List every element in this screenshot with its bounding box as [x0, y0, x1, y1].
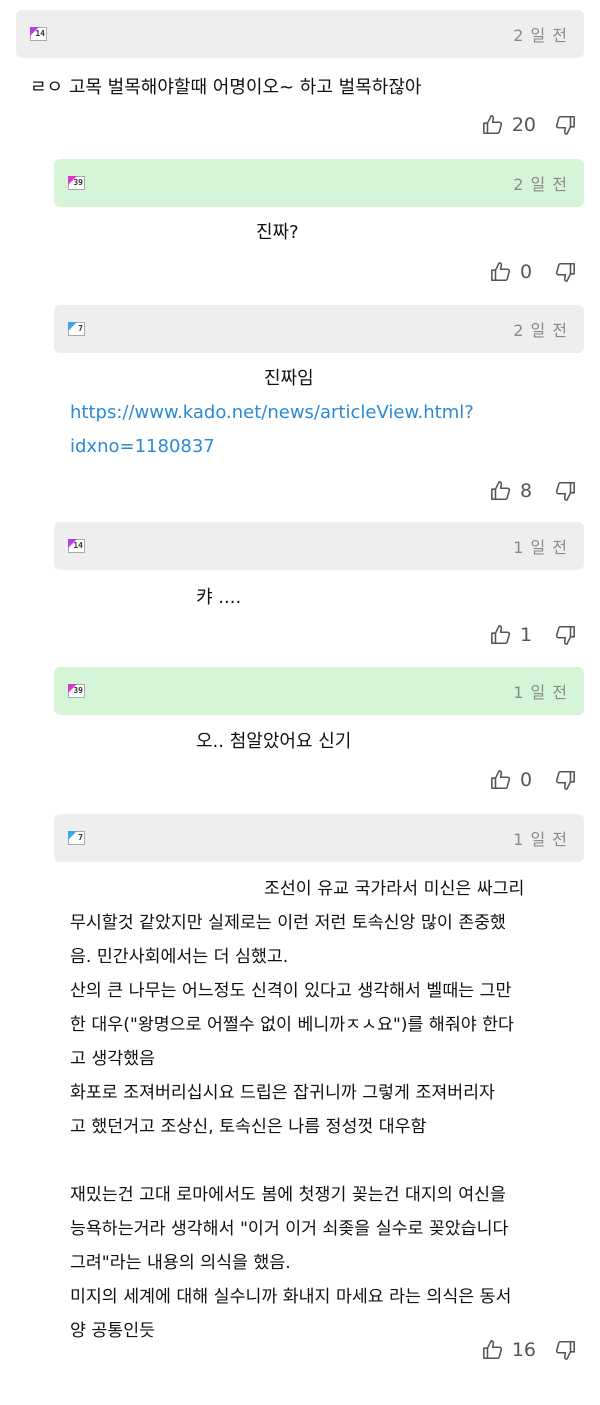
comment-line: 캬 .... [196, 587, 242, 608]
comment-body: 진짜? [256, 216, 299, 250]
comment-line: 오.. 첨알았어요 신기 [196, 731, 352, 752]
comment-line: 무시할것 같았지만 실제로는 이런 저런 토속신앙 많이 존중했 [70, 913, 506, 933]
comment-line: 미지의 세계에 대해 실수니까 화내지 마세요 라는 의식은 동서 [70, 1287, 512, 1307]
like-count: 0 [520, 261, 533, 283]
thumbs-down-icon[interactable] [554, 114, 576, 136]
comment-line: 조선이 유교 국가라서 미신은 싸그리 [264, 879, 525, 899]
comment-line [70, 1144, 595, 1178]
comment-line: 진짜임 [264, 368, 314, 389]
comment-body: 조선이 유교 국가라서 미신은 싸그리 무시할것 같았지만 실제로는 이런 저런… [70, 872, 595, 1348]
like-count: 0 [520, 769, 533, 791]
vote-bar: 16 [482, 1339, 576, 1361]
comment-time: 1 일 전 [513, 830, 568, 849]
thumbs-down-icon[interactable] [554, 1339, 576, 1361]
comment-line: 화포로 조져버리십시요 드립은 잡귀니까 그렇게 조져버리자 [70, 1083, 495, 1103]
comment-time: 2 일 전 [513, 321, 568, 340]
level-badge: 14 [68, 539, 85, 553]
vote-bar: 8 [490, 480, 576, 502]
comment-time: 2 일 전 [513, 26, 568, 45]
comment-body: 캬 .... [196, 581, 241, 615]
comment-line: 진짜? [256, 222, 299, 243]
comment-time: 2 일 전 [513, 175, 568, 194]
comment-header: 39 2 일 전 [54, 159, 584, 207]
vote-bar: 0 [490, 769, 576, 791]
like-count: 1 [520, 624, 533, 646]
level-badge: 39 [68, 684, 85, 698]
thumbs-down-icon[interactable] [554, 261, 576, 283]
level-badge: 14 [30, 27, 47, 41]
level-badge: 39 [68, 176, 85, 190]
comment-line: 고 생각했음 [70, 1049, 155, 1069]
comment-header: 7 2 일 전 [54, 305, 584, 353]
like-count: 20 [511, 114, 536, 136]
like-count: 16 [511, 1339, 536, 1361]
comment-header: 7 1 일 전 [54, 814, 584, 862]
comment-line: 산의 큰 나무는 어느정도 신격이 있다고 생각해서 벨때는 그만 [70, 981, 512, 1001]
thumbs-up-icon[interactable] [490, 624, 512, 646]
thumbs-up-icon[interactable] [490, 769, 512, 791]
comment-line: 한 대우("왕명으로 어쩔수 없이 베니까ㅈㅅ요")를 해줘야 한다 [70, 1015, 514, 1035]
comment-body: 진짜임 https://www.kado.net/news/articleVie… [70, 362, 580, 464]
comment-line: 그려"라는 내용의 의식을 했음. [70, 1253, 291, 1273]
thumbs-down-icon[interactable] [554, 624, 576, 646]
comment-body: ㄹㅇ 고목 벌목해야할때 어명이오~ 하고 벌목하잖아 [30, 71, 421, 105]
comment-line: 음. 민간사회에서는 더 심했고. [70, 947, 289, 967]
thumbs-down-icon[interactable] [554, 769, 576, 791]
thumbs-up-icon[interactable] [482, 1339, 504, 1361]
level-badge: 7 [68, 322, 85, 336]
vote-bar: 20 [482, 114, 576, 136]
article-link[interactable]: https://www.kado.net/news/articleView.ht… [70, 396, 580, 430]
comment-header: 39 1 일 전 [54, 667, 584, 715]
thumbs-up-icon[interactable] [490, 261, 512, 283]
vote-bar: 1 [490, 624, 576, 646]
comment-body: 오.. 첨알았어요 신기 [196, 725, 351, 759]
comment-line: ㄹㅇ 고목 벌목해야할때 어명이오~ 하고 벌목하잖아 [30, 77, 422, 98]
comment-line: 능욕하는거라 생각해서 "이거 이거 쇠좆을 실수로 꽂았습니다 [70, 1219, 509, 1239]
comment-time: 1 일 전 [513, 538, 568, 557]
vote-bar: 0 [490, 261, 576, 283]
thumbs-down-icon[interactable] [554, 480, 576, 502]
comment-time: 1 일 전 [513, 683, 568, 702]
comment-line: 재밌는건 고대 로마에서도 봄에 첫쟁기 꽂는건 대지의 여신을 [70, 1185, 506, 1205]
comment-header: 14 1 일 전 [54, 522, 584, 570]
level-badge: 7 [68, 831, 85, 845]
thumbs-up-icon[interactable] [482, 114, 504, 136]
thumbs-up-icon[interactable] [490, 480, 512, 502]
article-link[interactable]: idxno=1180837 [70, 430, 580, 464]
like-count: 8 [520, 480, 533, 502]
comment-header: 14 2 일 전 [16, 10, 584, 58]
comment-line: 고 했던거고 조상신, 토속신은 나름 정성껏 대우함 [70, 1117, 427, 1137]
